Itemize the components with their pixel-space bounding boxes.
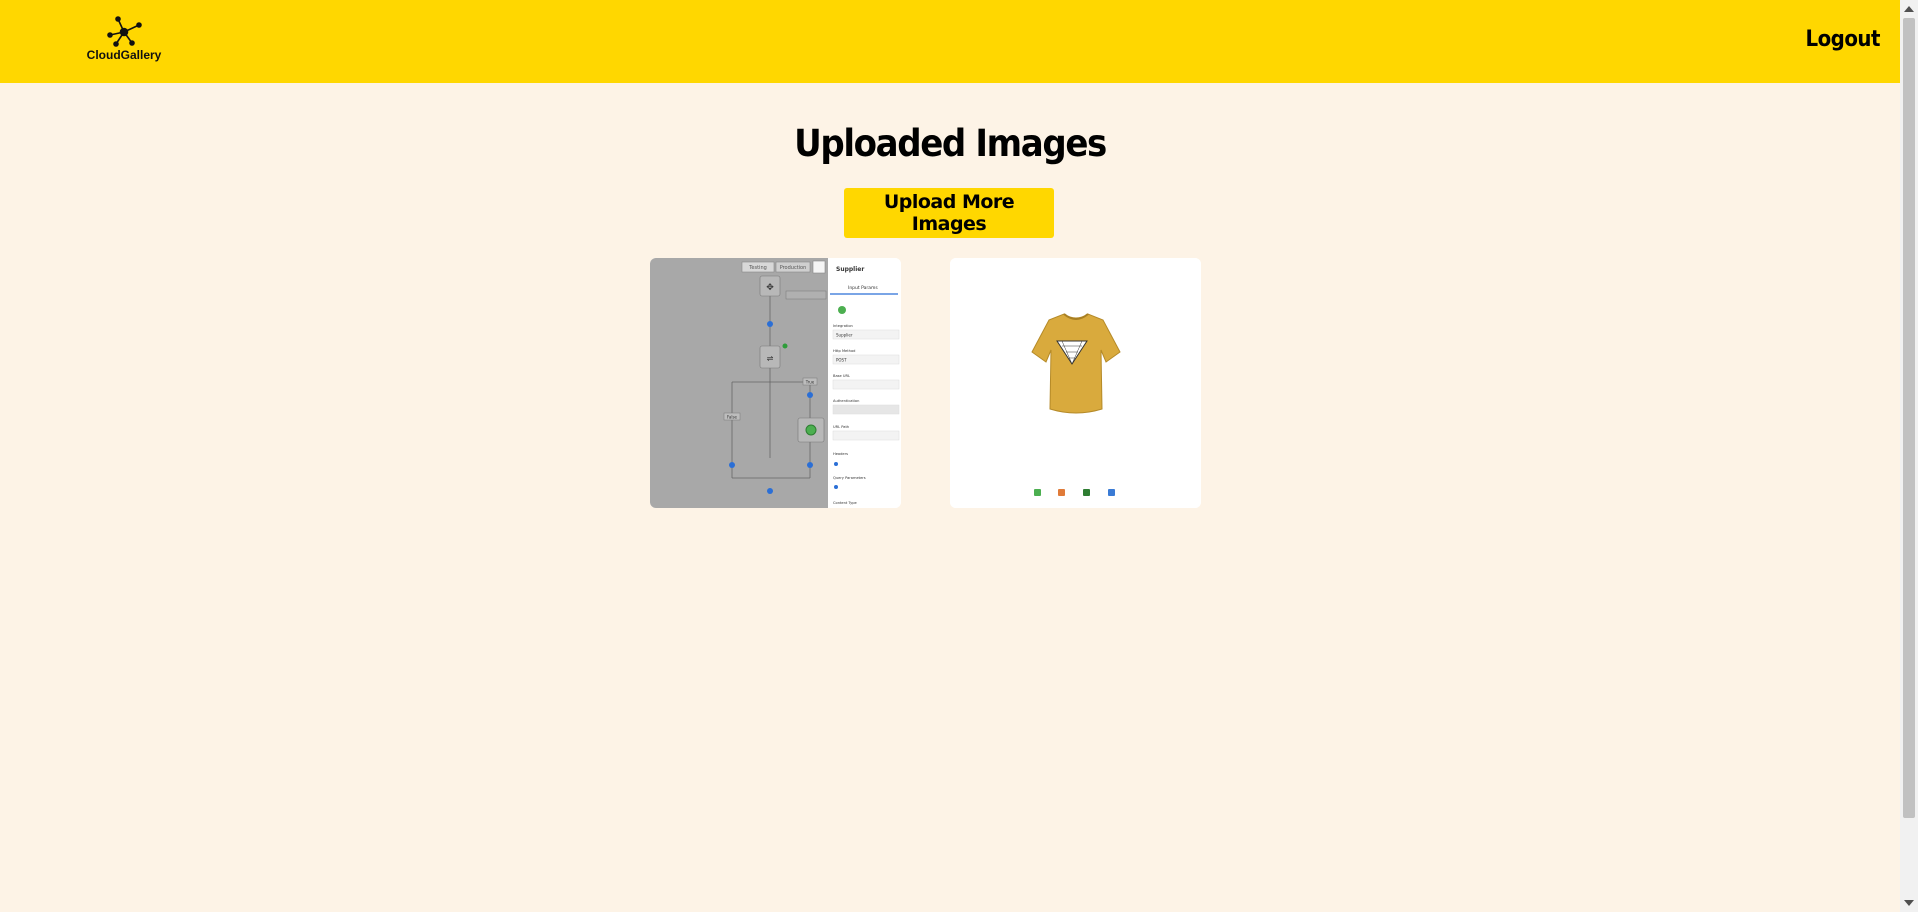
upload-more-images-button[interactable]: Upload More Images	[844, 188, 1054, 238]
gallery-image-card[interactable]	[950, 258, 1201, 508]
svg-text:Http Method: Http Method	[833, 349, 855, 353]
canvas-tab-production: Production	[780, 265, 807, 271]
panel-title: Supplier	[836, 266, 864, 273]
svg-text:Content Type: Content Type	[833, 501, 857, 505]
svg-text:Query Parameters: Query Parameters	[833, 476, 866, 480]
scroll-down-arrow-icon[interactable]	[1904, 900, 1914, 906]
network-logo-icon	[107, 16, 142, 47]
svg-text:URL Path: URL Path	[833, 425, 849, 429]
page-scrollbar[interactable]	[1900, 0, 1918, 912]
logout-link[interactable]: Logout	[1805, 27, 1880, 52]
svg-text:Authentication: Authentication	[833, 399, 859, 403]
brand-name: CloudGallery	[86, 48, 162, 62]
workflow-settings-panel-thumbnail: Supplier Input Params Integration Suppli…	[828, 258, 901, 508]
branch-label-false: False	[727, 415, 738, 420]
svg-text:Headers: Headers	[833, 452, 848, 456]
gallery-image-card[interactable]: Testing Production ✥ ⇌ True False Suppli…	[650, 258, 901, 508]
workflow-canvas-thumbnail: Testing Production ✥ ⇌ True False	[650, 258, 828, 508]
svg-text:⇌: ⇌	[767, 354, 774, 363]
scrollbar-thumb[interactable]	[1903, 18, 1915, 818]
top-navbar: CloudGallery Logout	[0, 0, 1900, 83]
panel-tab-input-params: Input Params	[848, 285, 878, 291]
svg-text:POST: POST	[836, 358, 847, 363]
page-title: Uploaded Images	[794, 122, 1107, 165]
svg-text:Base URL: Base URL	[833, 374, 850, 378]
canvas-tab-testing: Testing	[748, 265, 767, 271]
cloudgallery-logo[interactable]: CloudGallery	[78, 16, 170, 66]
tshirt-image	[950, 258, 1201, 508]
scroll-up-arrow-icon[interactable]	[1904, 6, 1914, 12]
svg-text:Supplier: Supplier	[836, 333, 853, 338]
branch-label-true: True	[805, 380, 815, 385]
svg-text:✥: ✥	[766, 283, 774, 293]
svg-text:Integration: Integration	[833, 324, 853, 328]
